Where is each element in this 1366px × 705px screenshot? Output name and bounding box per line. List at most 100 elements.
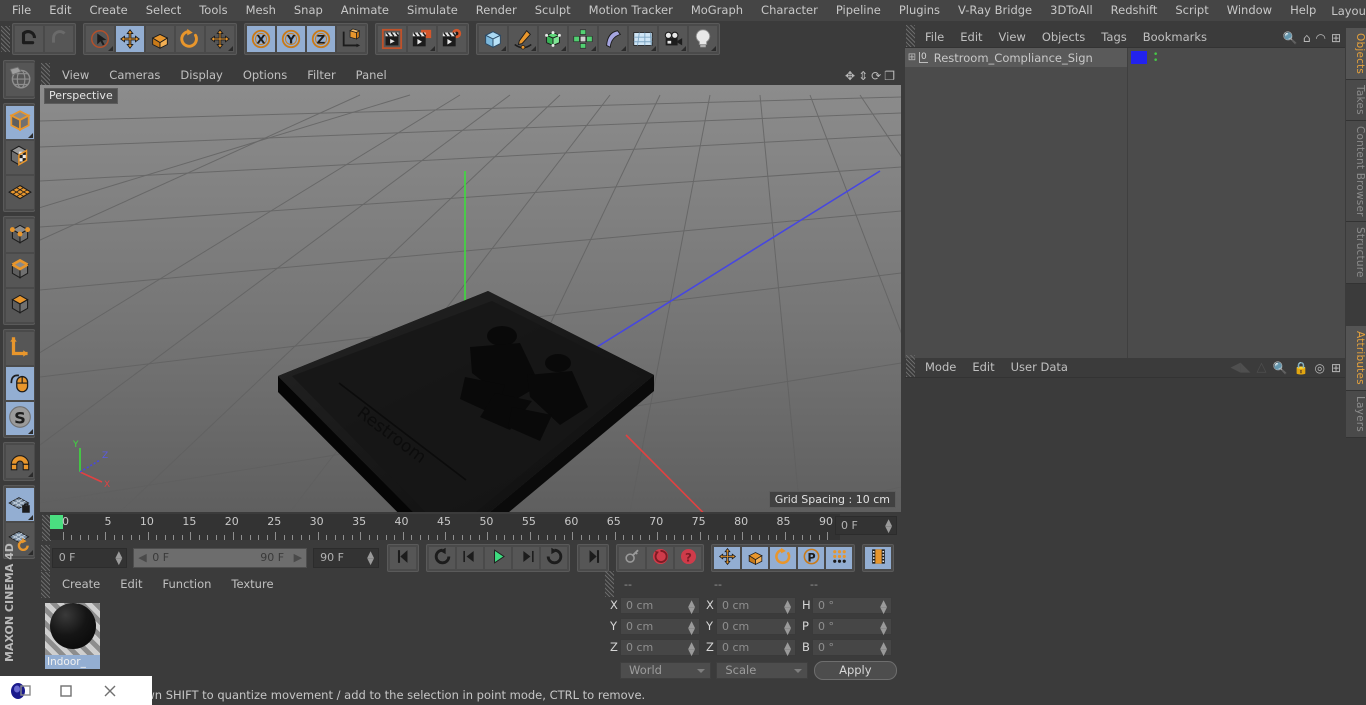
object-manager-tree[interactable]: ⊞ 0 Restroom_Compliance_Sign • • (905, 47, 1345, 359)
menu-item-3dtoall[interactable]: 3DToAll (1041, 0, 1102, 21)
maximize-window-icon[interactable] (44, 676, 88, 705)
attributes-menu-mode[interactable]: Mode (917, 358, 964, 377)
scale-key-button[interactable] (741, 546, 770, 570)
stepper-icon[interactable]: ▲ ▼ (688, 620, 695, 636)
enable-snapping-s-button[interactable]: S (5, 401, 35, 436)
rotate-tool[interactable] (175, 24, 205, 53)
maximize-icon[interactable]: ❐ (884, 69, 895, 83)
material-preview-swatch[interactable] (45, 603, 100, 655)
stepper-icon[interactable]: ▲ ▼ (784, 620, 791, 636)
dock-tab-layers[interactable]: Layers (1346, 390, 1366, 438)
coordinate-system-select[interactable]: World (620, 661, 712, 679)
viewport-menu-display[interactable]: Display (170, 66, 232, 85)
size-y-field[interactable]: 0 cm ▲ ▼ (716, 617, 796, 636)
previous-frame-button[interactable] (456, 546, 485, 570)
lock-workplane-button[interactable] (5, 487, 35, 522)
add-deformer-button[interactable] (598, 24, 628, 53)
add-spline-button[interactable] (508, 24, 538, 53)
stepper-icon[interactable]: ▲ ▼ (784, 641, 791, 657)
menu-item-create[interactable]: Create (81, 0, 137, 21)
stepper-icon[interactable]: ▲ ▼ (367, 551, 374, 567)
transport-grip[interactable] (41, 545, 50, 571)
material-item[interactable]: Indoor_ (45, 600, 100, 669)
viewport-menu-filter[interactable]: Filter (297, 66, 345, 85)
position-y-field[interactable]: 0 cm ▲ ▼ (620, 617, 700, 636)
object-menu-objects[interactable]: Objects (1034, 28, 1093, 47)
preview-end-field[interactable]: 90 F ▲ ▼ (313, 548, 380, 568)
points-mode-button[interactable] (5, 218, 35, 253)
stepper-icon[interactable]: ▲ ▼ (115, 551, 122, 567)
object-menu-file[interactable]: File (917, 28, 952, 47)
render-to-picture-viewer-button[interactable] (407, 24, 437, 53)
add-camera-button[interactable] (658, 24, 688, 53)
redo-button[interactable] (44, 24, 74, 53)
stepper-icon[interactable]: ▲ ▼ (784, 599, 791, 615)
add-array-button[interactable] (568, 24, 598, 53)
next-frame-button[interactable] (512, 546, 541, 570)
menu-item-character[interactable]: Character (752, 0, 827, 21)
menu-item-mograph[interactable]: MoGraph (682, 0, 752, 21)
lock-y-axis-button[interactable]: Y (276, 24, 306, 53)
undo-button[interactable] (14, 24, 44, 53)
menu-item-edit[interactable]: Edit (40, 0, 80, 21)
viewport-solo-mouse-button[interactable] (5, 366, 35, 401)
attributes-menu-user-data[interactable]: User Data (1003, 358, 1076, 377)
rotation-h-field[interactable]: 0 ° ▲ ▼ (812, 596, 892, 615)
rotation-key-button[interactable] (769, 546, 798, 570)
expand-toggle-icon[interactable]: ⊞ (905, 52, 919, 63)
preview-range-slider[interactable]: ◀ 0 F 90 F ▶ (133, 548, 308, 568)
stepper-icon[interactable]: ▲ ▼ (880, 599, 887, 615)
viewport-menu-panel[interactable]: Panel (346, 66, 397, 85)
menu-item-animate[interactable]: Animate (332, 0, 398, 21)
magnet-tool-button[interactable] (5, 444, 35, 479)
dock-tab-objects[interactable]: Objects (1346, 28, 1366, 81)
rotate-icon[interactable]: ⟳ (871, 69, 881, 83)
target-icon[interactable]: ◎ (1314, 361, 1324, 375)
object-menu-edit[interactable]: Edit (952, 28, 990, 47)
stepper-icon[interactable]: ▲ ▼ (880, 620, 887, 636)
material-menu-texture[interactable]: Texture (221, 575, 283, 594)
material-menu-edit[interactable]: Edit (110, 575, 152, 594)
model-mode-button[interactable] (5, 105, 35, 140)
material-menu-function[interactable]: Function (153, 575, 222, 594)
size-z-field[interactable]: 0 cm ▲ ▼ (716, 638, 796, 657)
point-level-animation-button[interactable] (825, 546, 854, 570)
object-menu-tags[interactable]: Tags (1093, 28, 1134, 47)
polygons-mode-button[interactable] (5, 288, 35, 323)
play-button[interactable] (484, 546, 513, 570)
add-light-button[interactable] (688, 24, 718, 53)
material-grip[interactable] (41, 571, 50, 598)
world-object-coordinate-button[interactable] (336, 24, 366, 53)
rotation-b-field[interactable]: 0 ° ▲ ▼ (812, 638, 892, 657)
plus-box-icon[interactable]: ⊞ (1331, 31, 1341, 45)
dock-tab-structure[interactable]: Structure (1346, 222, 1366, 285)
keyframe-selection-button[interactable]: ? (674, 546, 703, 570)
render-view-button[interactable] (377, 24, 407, 53)
position-z-field[interactable]: 0 cm ▲ ▼ (620, 638, 700, 657)
menu-item-tools[interactable]: Tools (190, 0, 236, 21)
stepper-icon[interactable]: ▲ ▼ (688, 641, 695, 657)
material-menu-create[interactable]: Create (52, 575, 110, 594)
plus-box-icon[interactable]: ⊞ (1331, 361, 1341, 375)
rotation-p-field[interactable]: 0 ° ▲ ▼ (812, 617, 892, 636)
go-to-start-button[interactable] (389, 546, 418, 570)
search-icon[interactable]: 🔍 (1283, 31, 1298, 45)
dock-tab-content-browser[interactable]: Content Browser (1346, 120, 1366, 223)
timeline-ruler[interactable]: 0 5 10 15 20 25 30 35 40 45 50 55 60 65 70 75 80 85 90 (50, 514, 840, 540)
object-menu-bookmarks[interactable]: Bookmarks (1135, 28, 1215, 47)
menu-item-v-ray-bridge[interactable]: V-Ray Bridge (949, 0, 1041, 21)
transform-tool[interactable] (205, 24, 235, 53)
menu-item-render[interactable]: Render (467, 0, 526, 21)
scale-tool[interactable] (145, 24, 175, 53)
menu-item-select[interactable]: Select (137, 0, 190, 21)
menu-item-pipeline[interactable]: Pipeline (827, 0, 890, 21)
render-settings-button[interactable] (437, 24, 467, 53)
range-right-arrow-icon[interactable]: ▶ (294, 549, 302, 567)
make-editable-globe-button[interactable] (5, 62, 35, 97)
lock-x-axis-button[interactable]: X (246, 24, 276, 53)
home-icon[interactable]: ⌂ (1303, 31, 1311, 45)
lock-icon[interactable]: 🔒 (1294, 361, 1309, 375)
texture-mode-button[interactable] (5, 140, 35, 175)
edges-mode-button[interactable] (5, 253, 35, 288)
object-tag-swatch[interactable] (1131, 51, 1147, 64)
